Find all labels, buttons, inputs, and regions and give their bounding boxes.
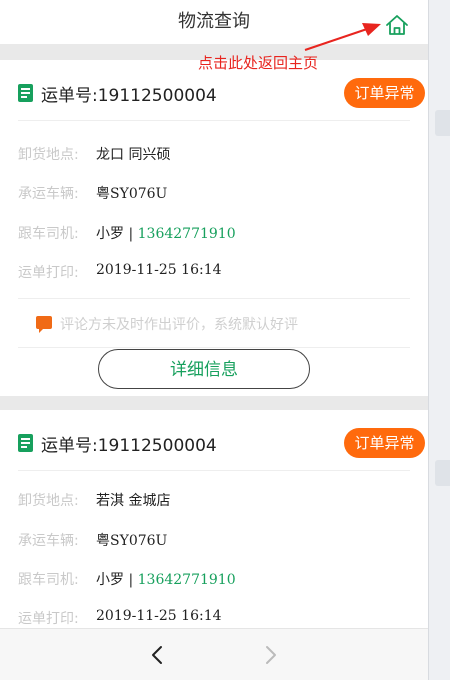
field-label: 卸货地点: [18,493,79,509]
document-icon [18,84,33,102]
driver-name: 小罗 | [96,572,138,588]
status-badge[interactable]: 订单异常 [344,78,425,108]
annotation-text: 点击此处返回主页 [198,54,319,72]
divider [18,347,410,348]
side-tab[interactable] [435,110,450,136]
status-badge[interactable]: 订单异常 [344,428,425,458]
field-value: 粤SY076U [96,533,168,549]
field-value: 2019-11-25 16:14 [96,262,222,278]
field-label: 承运车辆: [18,533,79,549]
driver-name: 小罗 | [96,226,138,242]
field-label: 运单打印: [18,611,79,627]
field-value: 小罗 | 13642771910 [96,569,236,589]
bottom-nav-bar [0,628,428,680]
field-driver: 跟车司机: 小罗 | 13642771910 [18,223,410,247]
section-divider [0,396,428,410]
detail-info-button[interactable]: 详细信息 [98,349,310,389]
comment-text: 评论方未及时作出评价，系统默认好评 [60,317,298,333]
field-print-time: 运单打印: 2019-11-25 16:14 [18,262,410,286]
field-vehicle: 承运车辆: 粤SY076U [18,530,410,554]
field-value: 若淇 金城店 [96,493,171,509]
field-driver: 跟车司机: 小罗 | 13642771910 [18,569,410,593]
field-label: 跟车司机: [18,226,79,242]
field-vehicle: 承运车辆: 粤SY076U [18,183,410,207]
card-header: 运单号:19112500004 订单异常 [0,410,428,470]
comment-icon [36,316,52,333]
document-icon [18,434,33,452]
side-tab[interactable] [435,460,450,486]
field-unload-location: 卸货地点: 若淇 金城店 [18,490,410,514]
field-value: 龙口 同兴硕 [96,147,171,163]
field-label: 运单打印: [18,265,79,281]
home-icon[interactable] [384,10,410,35]
header: 物流查询 [0,0,428,44]
field-value: 2019-11-25 16:14 [96,608,222,624]
divider [18,298,410,299]
field-value: 小罗 | 13642771910 [96,223,236,243]
waybill-card: 运单号:19112500004 订单异常 卸货地点: 若淇 金城店 承运车辆: … [0,410,428,628]
field-value: 粤SY076U [96,186,168,202]
app-screen: 物流查询 运单号:19112500004 订单异常 卸货地点: 龙口 同兴硕 承… [0,0,428,680]
page-title: 物流查询 [178,11,250,32]
waybill-number: 运单号:19112500004 [41,436,217,456]
chevron-left-icon[interactable] [146,643,170,667]
divider [18,470,410,471]
chevron-right-icon[interactable] [258,643,282,667]
driver-phone-link[interactable]: 13642771910 [138,226,236,242]
field-unload-location: 卸货地点: 龙口 同兴硕 [18,144,410,168]
driver-phone-link[interactable]: 13642771910 [138,572,236,588]
waybill-card: 运单号:19112500004 订单异常 卸货地点: 龙口 同兴硕 承运车辆: … [0,60,428,396]
waybill-number: 运单号:19112500004 [41,86,217,106]
side-panel-edge [428,0,450,680]
field-label: 卸货地点: [18,147,79,163]
field-label: 承运车辆: [18,186,79,202]
field-label: 跟车司机: [18,572,79,588]
divider [18,120,410,121]
